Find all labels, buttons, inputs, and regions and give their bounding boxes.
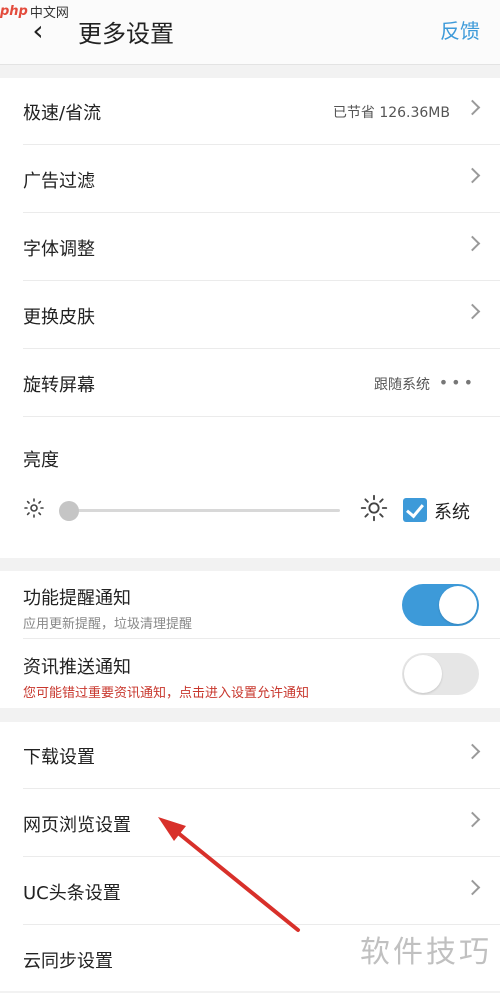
more-dots-icon[interactable]: ••• [439,373,476,392]
divider [23,144,500,145]
toggle-knob [439,586,477,624]
brightness-label: 亮度 [23,450,59,471]
row-news-push-notification[interactable]: 资讯推送通知 您可能错过重要资讯通知，点击进入设置允许通知 [0,640,500,708]
row-ad-filter[interactable]: 广告过滤 [0,146,500,213]
brightness-slider-thumb[interactable] [59,501,79,521]
notification-subtitle: 应用更新提醒，垃圾清理提醒 [23,617,193,632]
row-label: 网页浏览设置 [23,815,131,836]
row-web-browsing-settings[interactable]: 网页浏览设置 [0,790,500,857]
row-label: 更换皮肤 [23,307,95,328]
feature-notification-toggle[interactable] [402,584,479,626]
toggle-knob [404,655,442,693]
divider [23,348,500,349]
row-rotate-screen[interactable]: 旋转屏幕 跟随系统 ••• [0,350,500,417]
chevron-right-icon [464,99,481,116]
feedback-button[interactable]: 反馈 [440,15,480,44]
brightness-high-icon [360,494,388,522]
system-brightness-label: 系统 [434,502,470,523]
notification-section: 功能提醒通知 应用更新提醒，垃圾清理提醒 资讯推送通知 您可能错过重要资讯通知，… [0,571,500,708]
brightness-slider-row: 系统 [0,488,500,538]
row-uc-headline-settings[interactable]: UC头条设置 [0,858,500,925]
row-label: 广告过滤 [23,171,95,192]
row-label: 极速/省流 [23,103,102,124]
rotation-value: 跟随系统 [374,377,430,393]
chevron-right-icon [464,811,481,828]
row-font-adjust[interactable]: 字体调整 [0,214,500,281]
header-bar: php 中文网 ‹ 更多设置 反馈 [0,0,500,65]
notification-warning: 您可能错过重要资讯通知，点击进入设置允许通知 [23,686,310,701]
row-change-skin[interactable]: 更换皮肤 [0,282,500,349]
divider [23,212,500,213]
row-download-settings[interactable]: 下载设置 [0,722,500,789]
chevron-right-icon [464,879,481,896]
divider [23,788,500,789]
row-label: UC头条设置 [23,883,121,904]
divider [23,856,500,857]
general-settings-section: 极速/省流 已节省 126.36MB 广告过滤 字体调整 更换皮肤 旋转屏幕 跟… [0,78,500,558]
checkmark-icon [406,499,424,519]
news-push-toggle[interactable] [402,653,479,695]
row-label: 下载设置 [23,747,95,768]
divider [23,280,500,281]
notification-title: 功能提醒通知 [23,588,131,609]
bottom-watermark: 软件技巧 [360,935,492,970]
back-chevron-icon[interactable]: ‹ [28,14,48,47]
brightness-low-icon [24,498,44,518]
divider [23,638,500,639]
system-brightness-checkbox[interactable] [403,498,427,522]
divider [23,416,500,417]
chevron-right-icon [464,167,481,184]
page-title: 更多设置 [78,20,174,48]
chevron-right-icon [464,235,481,252]
row-label: 旋转屏幕 [23,375,95,396]
chevron-right-icon [464,303,481,320]
watermark-prefix: php [0,3,28,19]
row-label: 字体调整 [23,239,95,260]
row-feature-notification[interactable]: 功能提醒通知 应用更新提醒，垃圾清理提醒 [0,571,500,639]
row-label: 云同步设置 [23,951,113,972]
divider [23,924,500,925]
notification-title: 资讯推送通知 [23,657,131,678]
saved-data-value: 已节省 126.36MB [332,105,450,121]
row-speed-saving[interactable]: 极速/省流 已节省 126.36MB [0,78,500,145]
brightness-slider-track[interactable] [66,509,340,512]
chevron-right-icon [464,743,481,760]
